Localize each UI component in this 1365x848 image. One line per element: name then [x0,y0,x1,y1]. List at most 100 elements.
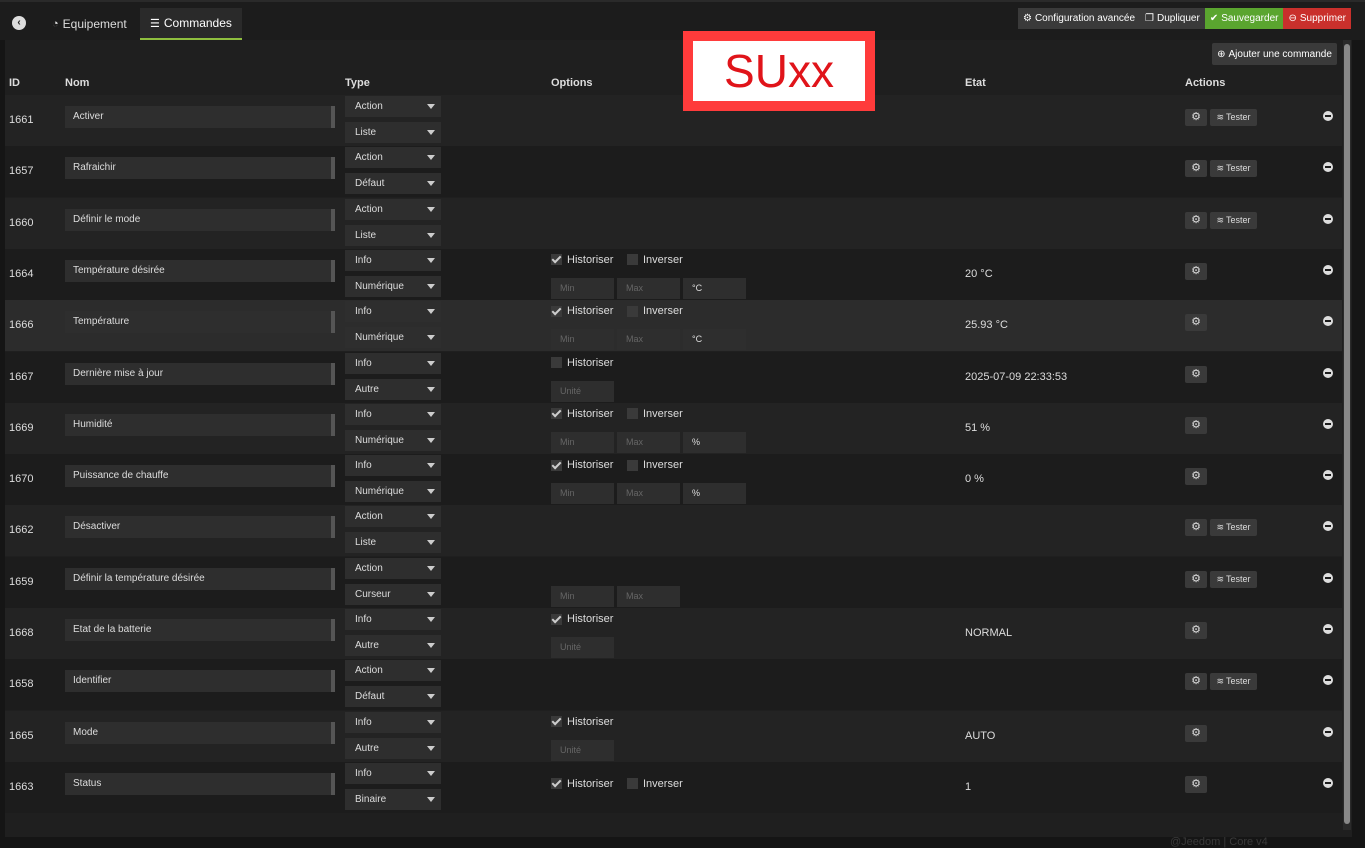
unit-input[interactable]: Unité [551,739,614,761]
command-name-input[interactable]: Dernière mise à jour [65,362,335,385]
command-name-input[interactable]: Définir le mode [65,208,335,231]
min-input[interactable]: Min [551,585,614,607]
inverser-checkbox-box[interactable] [627,778,638,790]
type-select[interactable]: Info [345,711,441,733]
type-select[interactable]: Info [345,403,441,425]
subtype-select[interactable]: Liste [345,122,441,143]
tester-button[interactable]: ≋ Tester [1210,109,1257,126]
historiser-checkbox[interactable]: Historiser [551,613,613,625]
min-input[interactable]: Min [551,277,614,299]
unit-input[interactable]: °C [683,329,746,351]
command-name-input[interactable]: Status [65,772,335,795]
tester-button[interactable]: ≋ Tester [1210,519,1257,537]
scrollbar[interactable] [1343,40,1351,830]
max-input[interactable]: Max [617,431,680,453]
historiser-checkbox[interactable]: Historiser [551,459,613,471]
command-name-input[interactable]: Rafraichir [65,157,335,180]
advanced-config-button[interactable]: ⚙ Configuration avancée [1017,8,1141,29]
subtype-select[interactable]: Autre [345,635,441,656]
configure-cogs-icon[interactable]: ⚙ [1185,314,1207,332]
historiser-checkbox-box[interactable] [551,408,562,420]
subtype-select[interactable]: Numérique [345,429,441,451]
historiser-checkbox[interactable]: Historiser [551,778,613,790]
back-icon[interactable]: ‹ [12,16,26,30]
inverser-checkbox[interactable]: Inverser [627,408,683,420]
type-select[interactable]: Action [345,96,441,117]
historiser-checkbox[interactable]: Historiser [551,254,613,266]
configure-cogs-icon[interactable]: ⚙ [1185,622,1207,639]
configure-cogs-icon[interactable]: ⚙ [1185,673,1207,691]
command-name-input[interactable]: Puissance de chauffe [65,465,335,488]
configure-cogs-icon[interactable]: ⚙ [1185,468,1207,486]
subtype-select[interactable]: Numérique [345,275,441,297]
inverser-checkbox-box[interactable] [627,408,638,420]
subtype-select[interactable]: Défaut [345,173,441,195]
command-name-input[interactable]: Etat de la batterie [65,619,335,641]
min-input[interactable]: Min [551,431,614,453]
remove-command-icon[interactable] [1323,470,1333,481]
unit-input[interactable]: % [683,431,746,453]
remove-command-icon[interactable] [1323,316,1333,327]
historiser-checkbox-box[interactable] [551,778,562,790]
remove-command-icon[interactable] [1323,162,1333,173]
remove-command-icon[interactable] [1323,111,1333,121]
max-input[interactable]: Max [617,277,680,299]
command-name-input[interactable]: Activer [65,106,335,128]
remove-command-icon[interactable] [1323,213,1333,224]
historiser-checkbox[interactable]: Historiser [551,305,613,317]
configure-cogs-icon[interactable]: ⚙ [1185,570,1207,588]
inverser-checkbox[interactable]: Inverser [627,459,683,471]
historiser-checkbox-box[interactable] [551,357,562,368]
historiser-checkbox[interactable]: Historiser [551,408,613,420]
command-name-input[interactable]: Température désirée [65,259,335,282]
type-select[interactable]: Info [345,609,441,630]
scrollbar-thumb[interactable] [1344,44,1350,824]
configure-cogs-icon[interactable]: ⚙ [1185,211,1207,229]
remove-command-icon[interactable] [1323,624,1333,634]
tester-button[interactable]: ≋ Tester [1210,160,1257,178]
configure-cogs-icon[interactable]: ⚙ [1185,262,1207,280]
unit-input[interactable]: % [683,483,746,505]
unit-input[interactable]: °C [683,277,746,299]
historiser-checkbox-box[interactable] [551,716,562,728]
delete-button[interactable]: ⊖ Supprimer [1283,8,1351,29]
subtype-select[interactable]: Curseur [345,583,441,605]
type-select[interactable]: Action [345,557,441,579]
configure-cogs-icon[interactable]: ⚙ [1185,365,1207,383]
tester-button[interactable]: ≋ Tester [1210,570,1257,588]
subtype-select[interactable]: Autre [345,737,441,759]
historiser-checkbox[interactable]: Historiser [551,357,613,369]
unit-input[interactable]: Unité [551,637,614,658]
historiser-checkbox-box[interactable] [551,613,562,625]
remove-command-icon[interactable] [1323,675,1333,686]
type-select[interactable]: Action [345,660,441,682]
subtype-select[interactable]: Défaut [345,686,441,708]
inverser-checkbox-box[interactable] [627,254,638,266]
historiser-checkbox-box[interactable] [551,459,562,471]
min-input[interactable]: Min [551,483,614,505]
type-select[interactable]: Info [345,249,441,271]
add-command-button[interactable]: ⊕ Ajouter une commande [1212,43,1337,65]
subtype-select[interactable]: Autre [345,378,441,400]
historiser-checkbox[interactable]: Historiser [551,716,613,728]
save-button[interactable]: ✔ Sauvegarder [1204,8,1284,29]
type-select[interactable]: Action [345,147,441,169]
max-input[interactable]: Max [617,329,680,351]
remove-command-icon[interactable] [1323,418,1333,429]
command-name-input[interactable]: Désactiver [65,516,335,539]
type-select[interactable]: Info [345,352,441,374]
remove-command-icon[interactable] [1323,777,1333,788]
inverser-checkbox-box[interactable] [627,459,638,471]
remove-command-icon[interactable] [1323,367,1333,378]
inverser-checkbox-box[interactable] [627,305,638,317]
remove-command-icon[interactable] [1323,521,1333,532]
historiser-checkbox-box[interactable] [551,305,562,317]
configure-cogs-icon[interactable]: ⚙ [1185,775,1207,793]
configure-cogs-icon[interactable]: ⚙ [1185,724,1207,742]
inverser-checkbox[interactable]: Inverser [627,305,683,317]
subtype-select[interactable]: Numérique [345,327,441,349]
tester-button[interactable]: ≋ Tester [1210,211,1257,229]
tab-equipement[interactable]: ◔ Equipement [42,8,137,40]
command-name-input[interactable]: Mode [65,721,335,744]
tester-button[interactable]: ≋ Tester [1210,673,1257,691]
